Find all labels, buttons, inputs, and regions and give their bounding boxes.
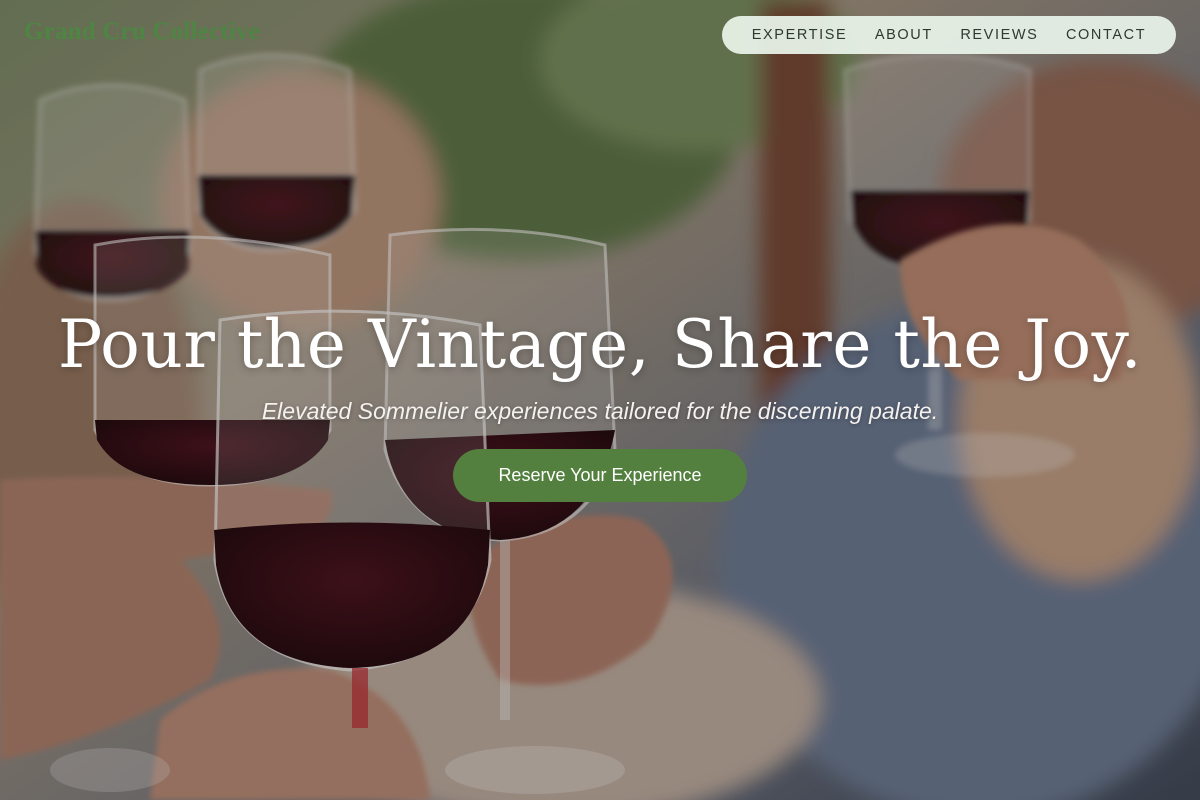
nav-item-contact[interactable]: CONTACT: [1066, 27, 1146, 43]
brand-logo[interactable]: Grand Cru Collective: [24, 18, 260, 46]
reserve-experience-button[interactable]: Reserve Your Experience: [453, 449, 747, 502]
nav-item-reviews[interactable]: REVIEWS: [960, 27, 1038, 43]
nav-item-about[interactable]: ABOUT: [875, 27, 933, 43]
nav-item-expertise[interactable]: EXPERTISE: [752, 27, 848, 43]
hero-headline: Pour the Vintage, Share the Joy.: [57, 306, 1143, 383]
hero-subheadline: Elevated Sommelier experiences tailored …: [261, 398, 939, 424]
main-nav: EXPERTISE ABOUT REVIEWS CONTACT: [722, 16, 1176, 54]
